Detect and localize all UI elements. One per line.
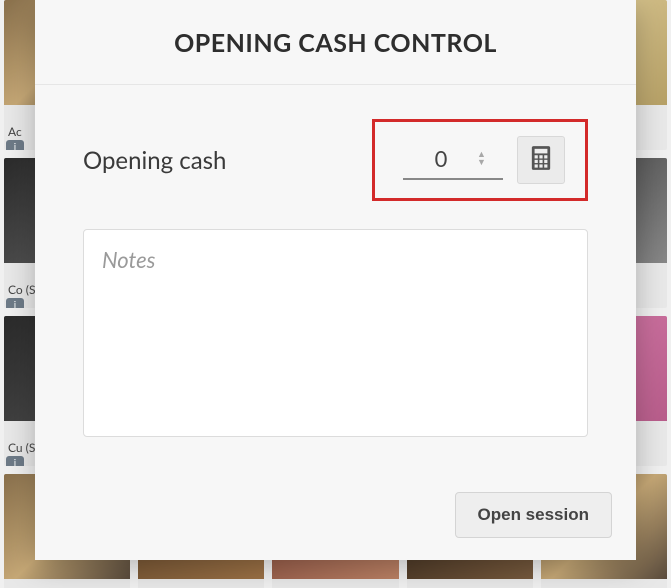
spinner-down-icon[interactable]: ▼ xyxy=(477,158,486,166)
modal-header: OPENING CASH CONTROL xyxy=(35,0,636,85)
notes-box xyxy=(83,229,588,437)
opening-cash-field-wrapper: ▲ ▼ xyxy=(403,141,503,180)
opening-cash-highlight: ▲ ▼ xyxy=(372,119,588,201)
opening-cash-modal: OPENING CASH CONTROL Opening cash ▲ ▼ xyxy=(35,0,636,560)
opening-cash-input[interactable] xyxy=(411,145,471,172)
open-session-button[interactable]: Open session xyxy=(455,492,612,538)
number-spinner: ▲ ▼ xyxy=(477,150,486,166)
opening-cash-row: Opening cash ▲ ▼ xyxy=(83,119,588,201)
calculator-icon xyxy=(530,145,552,175)
calculator-button[interactable] xyxy=(517,136,565,184)
info-icon: i xyxy=(6,456,24,466)
modal-title: OPENING CASH CONTROL xyxy=(55,28,616,58)
opening-cash-label: Opening cash xyxy=(83,146,226,175)
modal-body: Opening cash ▲ ▼ xyxy=(35,85,636,476)
info-icon: i xyxy=(6,140,24,150)
notes-textarea[interactable] xyxy=(102,246,569,416)
modal-footer: Open session xyxy=(35,476,636,560)
info-icon: i xyxy=(6,298,24,308)
